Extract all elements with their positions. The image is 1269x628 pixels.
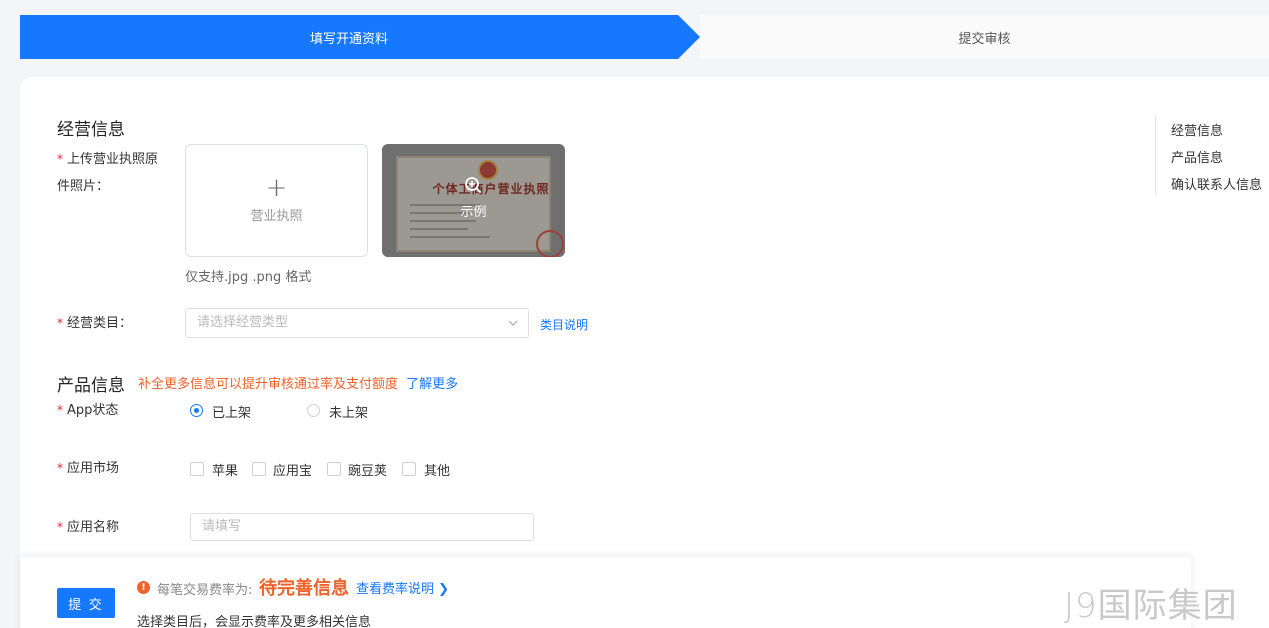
market-label-text: 应用市场 <box>67 461 120 476</box>
category-placeholder: 请选择经营类型 <box>197 315 289 330</box>
checkbox-other[interactable] <box>402 462 416 476</box>
radio-listed[interactable] <box>190 404 203 417</box>
checkbox-wandoujia[interactable] <box>327 462 341 476</box>
zoom-in-icon[interactable] <box>464 176 482 194</box>
radio-unlisted-label[interactable]: 未上架 <box>329 402 368 421</box>
app-status-label-text: App状态 <box>67 403 119 418</box>
business-section-title: 经营信息 <box>57 120 125 140</box>
fee-value: 待完善信息 <box>259 578 349 599</box>
license-upload-box[interactable]: + 营业执照 <box>185 144 368 257</box>
required-mark: * <box>57 152 63 166</box>
radio-unlisted[interactable] <box>307 404 320 417</box>
radio-listed-label[interactable]: 已上架 <box>212 402 251 421</box>
fee-help-link[interactable]: 查看费率说明 ❯ <box>356 578 449 597</box>
checkbox-wandoujia-label[interactable]: 豌豆荚 <box>348 460 387 479</box>
anchor-product[interactable]: 产品信息 <box>1171 147 1223 166</box>
info-icon: ! <box>137 581 150 594</box>
category-select[interactable]: 请选择经营类型 <box>185 308 529 338</box>
step-fill-info: 填写开通资料 <box>20 15 678 59</box>
app-name-label-text: 应用名称 <box>67 520 120 535</box>
required-mark: * <box>57 461 63 475</box>
checkbox-other-label[interactable]: 其他 <box>424 460 450 479</box>
checkbox-apple[interactable] <box>190 462 204 476</box>
checkbox-yingyongbao[interactable] <box>252 462 266 476</box>
product-section-title: 产品信息 <box>57 376 125 396</box>
step-arrow <box>678 15 700 59</box>
chevron-down-icon <box>508 320 518 326</box>
required-mark: * <box>57 316 63 330</box>
market-label: * 应用市场 <box>57 452 119 485</box>
format-hint: 仅支持.jpg .png 格式 <box>185 270 312 285</box>
category-help-link[interactable]: 类目说明 <box>540 316 588 333</box>
submit-button[interactable]: 提 交 <box>57 588 115 618</box>
progress-steps: 填写开通资料 提交审核 <box>20 15 1269 59</box>
step-submit-review: 提交审核 <box>700 15 1269 59</box>
app-name-input[interactable]: 请填写 <box>190 513 534 541</box>
fee-label: 每笔交易费率为: <box>157 583 253 598</box>
category-label: * 经营类目： <box>57 307 132 340</box>
license-label-2: 件照片： <box>57 179 110 194</box>
learn-more-link[interactable]: 了解更多 <box>406 377 458 392</box>
plus-icon: + <box>265 173 288 203</box>
watermark: J9国际集团 <box>1064 586 1238 626</box>
checkbox-yingyongbao-label[interactable]: 应用宝 <box>273 460 312 479</box>
sample-label: 示例 <box>460 205 487 220</box>
product-tip-text: 补全更多信息可以提升审核通过率及支付额度 <box>138 377 399 392</box>
app-status-label: * App状态 <box>57 394 118 427</box>
product-tip: 补全更多信息可以提升审核通过率及支付额度 了解更多 <box>138 373 458 392</box>
required-mark: * <box>57 520 63 534</box>
anchor-contact[interactable]: 确认联系人信息 <box>1171 174 1262 193</box>
footer-note: 选择类目后，会显示费率及更多相关信息 <box>137 615 372 628</box>
license-label-line1: 上传营业执照原 <box>67 152 159 167</box>
upload-text: 营业执照 <box>250 209 303 224</box>
checkbox-apple-label[interactable]: 苹果 <box>212 460 238 479</box>
category-label-text: 经营类目： <box>67 316 133 331</box>
app-name-label: * 应用名称 <box>57 511 119 544</box>
anchor-nav: 经营信息 产品信息 确认联系人信息 <box>1155 115 1269 195</box>
anchor-business[interactable]: 经营信息 <box>1171 120 1223 139</box>
required-mark: * <box>57 403 63 417</box>
